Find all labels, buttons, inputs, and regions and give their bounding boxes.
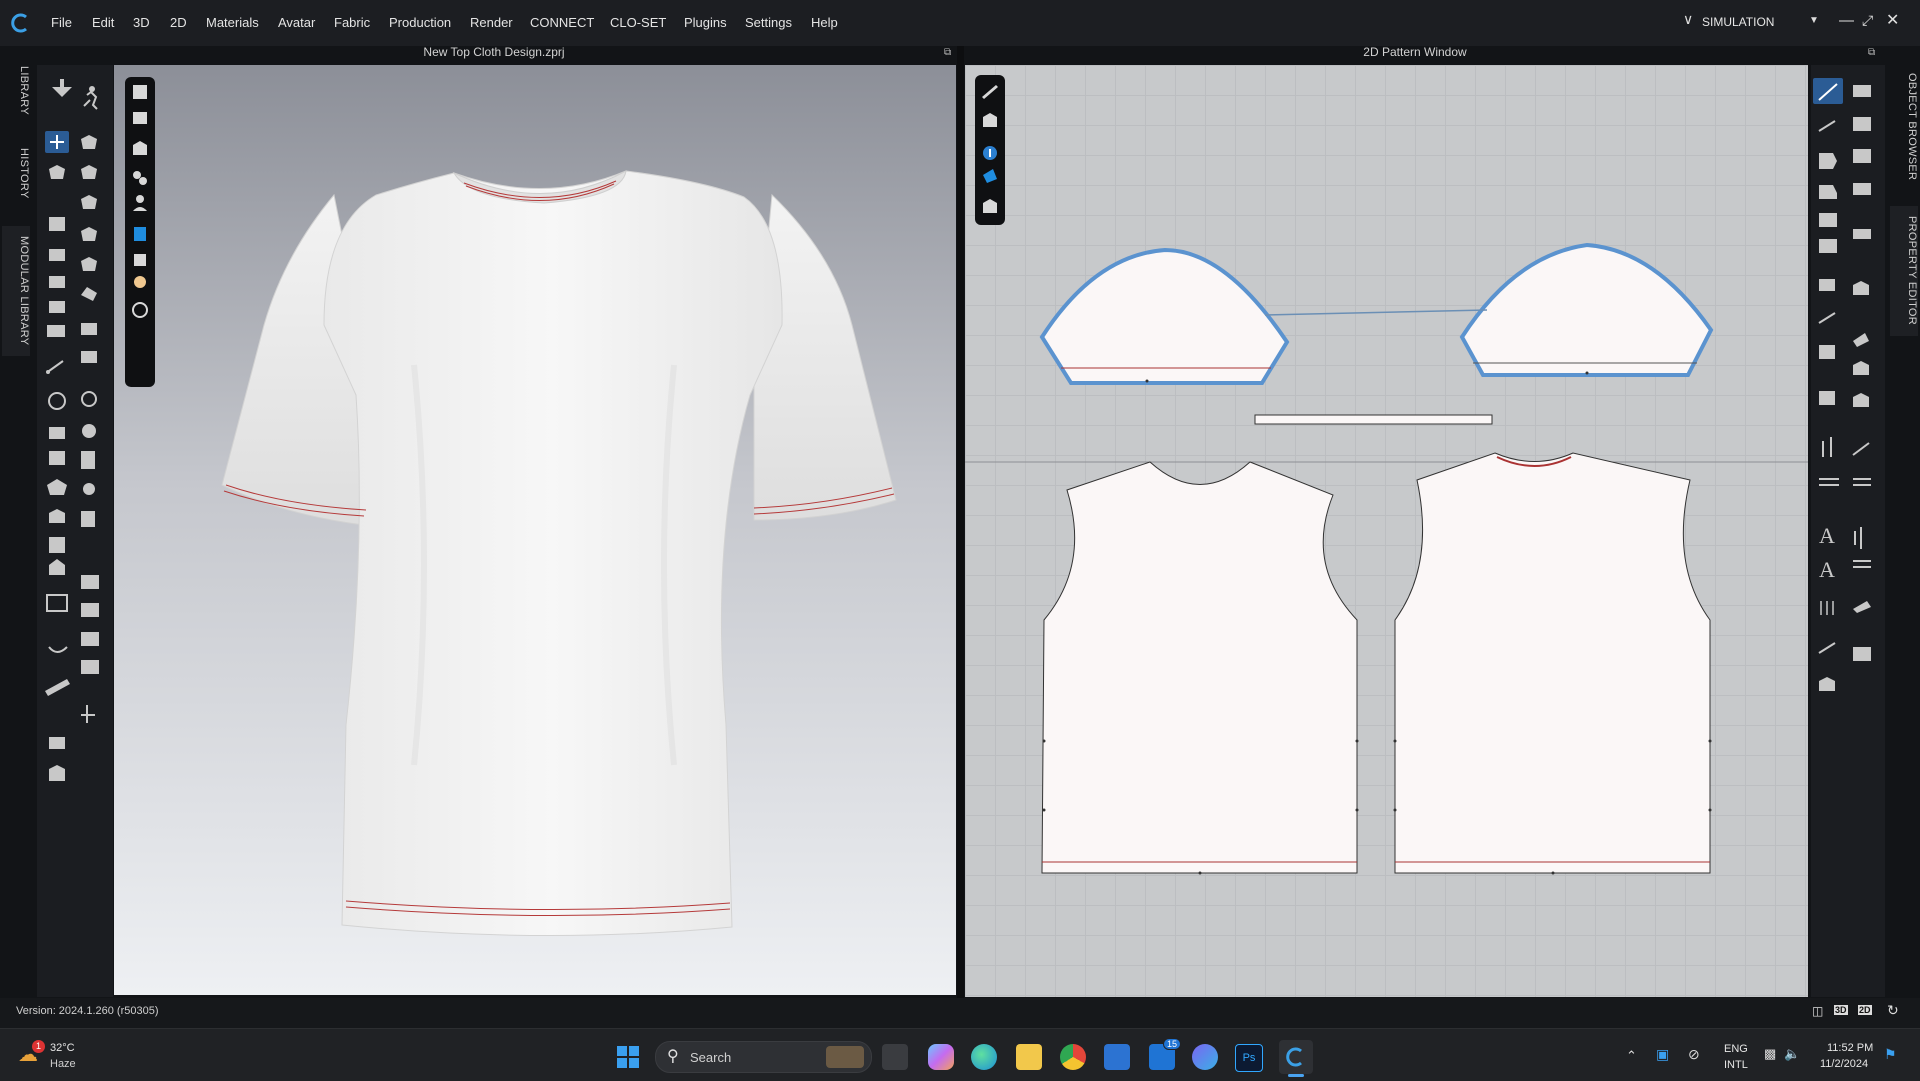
- left-toolbar: [37, 65, 113, 997]
- view3d-toolbar: [125, 77, 155, 387]
- menu-file[interactable]: File: [51, 15, 72, 30]
- right-dock-tabs: OBJECT BROWSER PROPERTY EDITOR: [1887, 46, 1920, 998]
- svg-text:A: A: [1819, 523, 1835, 548]
- menu-3d[interactable]: 3D: [133, 15, 150, 30]
- status-bar: Version: 2024.1.260 (r50305) ◫ 3D 2D ↻: [0, 998, 1920, 1028]
- tshirt-3d-render: [221, 170, 897, 937]
- clo-logo-icon: [1286, 1047, 1302, 1067]
- search-icon: ⚲: [667, 1048, 679, 1065]
- cube-icon: [133, 85, 147, 99]
- weather-badge: 1: [32, 1040, 45, 1053]
- chrome-icon[interactable]: [1060, 1044, 1086, 1070]
- mode-label: SIMULATION: [1702, 15, 1775, 29]
- file-explorer-icon[interactable]: [1016, 1044, 1042, 1070]
- view3d-popout-icon[interactable]: ⧉: [944, 47, 951, 58]
- notification-bell-icon[interactable]: ⚑: [1884, 1046, 1897, 1063]
- right-toolbar-icons: A A: [1813, 78, 1871, 691]
- tab-history[interactable]: HISTORY: [2, 138, 30, 208]
- photoshop-icon[interactable]: Ps: [1235, 1044, 1263, 1072]
- view3d-title: New Top Cloth Design.zprj: [423, 45, 565, 59]
- menu-settings[interactable]: Settings: [745, 15, 792, 30]
- active-app-indicator: [1288, 1074, 1304, 1077]
- mail-icon[interactable]: 15: [1149, 1038, 1182, 1070]
- chevron-down-icon: ▼: [1809, 15, 1819, 26]
- clo-logo-icon: [11, 13, 27, 33]
- restore-icon[interactable]: ⤢: [1862, 12, 1873, 29]
- weather-temp: 32°C: [50, 1042, 75, 1054]
- lang-top[interactable]: ENG: [1724, 1043, 1748, 1055]
- version-label: Version: 2024.1.260 (r50305): [16, 1005, 159, 1017]
- copilot-icon[interactable]: [928, 1044, 954, 1070]
- refresh-icon[interactable]: ↻: [1887, 1002, 1899, 1019]
- network-icon[interactable]: ⊘: [1688, 1046, 1700, 1063]
- view2d-popout-icon[interactable]: ⧉: [1868, 47, 1875, 58]
- svg-text:A: A: [1819, 557, 1835, 582]
- layout-split-icon[interactable]: ◫: [1812, 1004, 1823, 1018]
- pattern-pieces: [965, 242, 1808, 875]
- mode-chevrons-icon: ∨: [1683, 11, 1694, 27]
- display-icon[interactable]: ▩: [1764, 1046, 1776, 1062]
- layout-2d-icon[interactable]: 2D: [1858, 1005, 1872, 1015]
- minimize-icon[interactable]: —: [1839, 12, 1854, 29]
- menu-render[interactable]: Render: [470, 15, 513, 30]
- task-view-icon[interactable]: [882, 1044, 908, 1070]
- taskbar-search[interactable]: ⚲ Search: [655, 1041, 872, 1073]
- tab-library[interactable]: LIBRARY: [2, 60, 30, 120]
- menu-connect[interactable]: CONNECT: [530, 15, 594, 30]
- tab-property-editor[interactable]: PROPERTY EDITOR: [1890, 206, 1918, 336]
- back-body-pattern: [1394, 452, 1711, 874]
- neckband-pattern: [1254, 414, 1493, 425]
- menu-fabric[interactable]: Fabric: [334, 15, 370, 30]
- right-toolbar: A A: [1811, 65, 1885, 997]
- menu-avatar[interactable]: Avatar: [278, 15, 315, 30]
- clo-app-icon[interactable]: [1192, 1044, 1218, 1070]
- sleeve-pattern-right: [1459, 242, 1714, 377]
- mode-selector[interactable]: ∨ SIMULATION ▼: [1683, 11, 1819, 33]
- clo-active-icon[interactable]: [1279, 1040, 1313, 1074]
- monitor-icon[interactable]: ▣: [1656, 1046, 1669, 1063]
- 3d-viewport[interactable]: [114, 65, 956, 995]
- menu-2d[interactable]: 2D: [170, 15, 187, 30]
- sleeve-pattern-left: [1039, 247, 1290, 385]
- view2d-toolbar: [975, 75, 1005, 225]
- windows-logo-icon: [617, 1046, 639, 1068]
- edge-icon[interactable]: [971, 1044, 997, 1070]
- store-icon[interactable]: [1104, 1044, 1130, 1070]
- start-button[interactable]: [616, 1045, 640, 1069]
- menu-plugins[interactable]: Plugins: [684, 15, 727, 30]
- clock-date[interactable]: 11/2/2024: [1820, 1058, 1868, 1070]
- search-highlight-icon: [826, 1046, 864, 1068]
- tray-chevron-icon[interactable]: ⌃: [1626, 1048, 1637, 1064]
- menu-materials[interactable]: Materials: [206, 15, 259, 30]
- tab-object-browser[interactable]: OBJECT BROWSER: [1890, 62, 1918, 192]
- menu-production[interactable]: Production: [389, 15, 451, 30]
- menu-bar: File Edit 3D 2D Materials Avatar Fabric …: [0, 0, 1920, 46]
- tab-modular-library[interactable]: MODULAR LIBRARY: [2, 226, 30, 356]
- close-icon[interactable]: ✕: [1886, 10, 1899, 30]
- weather-desc: Haze: [50, 1058, 76, 1070]
- lang-bottom[interactable]: INTL: [1724, 1059, 1748, 1071]
- hand-tool-icon: [52, 79, 72, 97]
- view2d-title: 2D Pattern Window: [1363, 45, 1467, 59]
- left-toolbar-icons: [45, 79, 99, 781]
- layout-3d-icon[interactable]: 3D: [1834, 1005, 1848, 1015]
- left-dock-tabs: LIBRARY HISTORY MODULAR LIBRARY: [0, 46, 33, 998]
- weather-widget[interactable]: ☁ 1 32°C Haze: [18, 1038, 98, 1074]
- 2d-pattern-window[interactable]: [965, 65, 1808, 997]
- mail-badge: 15: [1163, 1038, 1182, 1050]
- menu-edit[interactable]: Edit: [92, 15, 114, 30]
- front-body-pattern: [1041, 461, 1358, 874]
- clock-time[interactable]: 11:52 PM: [1827, 1042, 1873, 1054]
- pane-splitter[interactable]: [957, 46, 964, 998]
- menu-clo-set[interactable]: CLO-SET: [610, 15, 666, 30]
- menu-help[interactable]: Help: [811, 15, 838, 30]
- pen-icon: [982, 85, 998, 99]
- volume-icon[interactable]: 🔈: [1784, 1046, 1800, 1062]
- search-label: Search: [690, 1050, 732, 1065]
